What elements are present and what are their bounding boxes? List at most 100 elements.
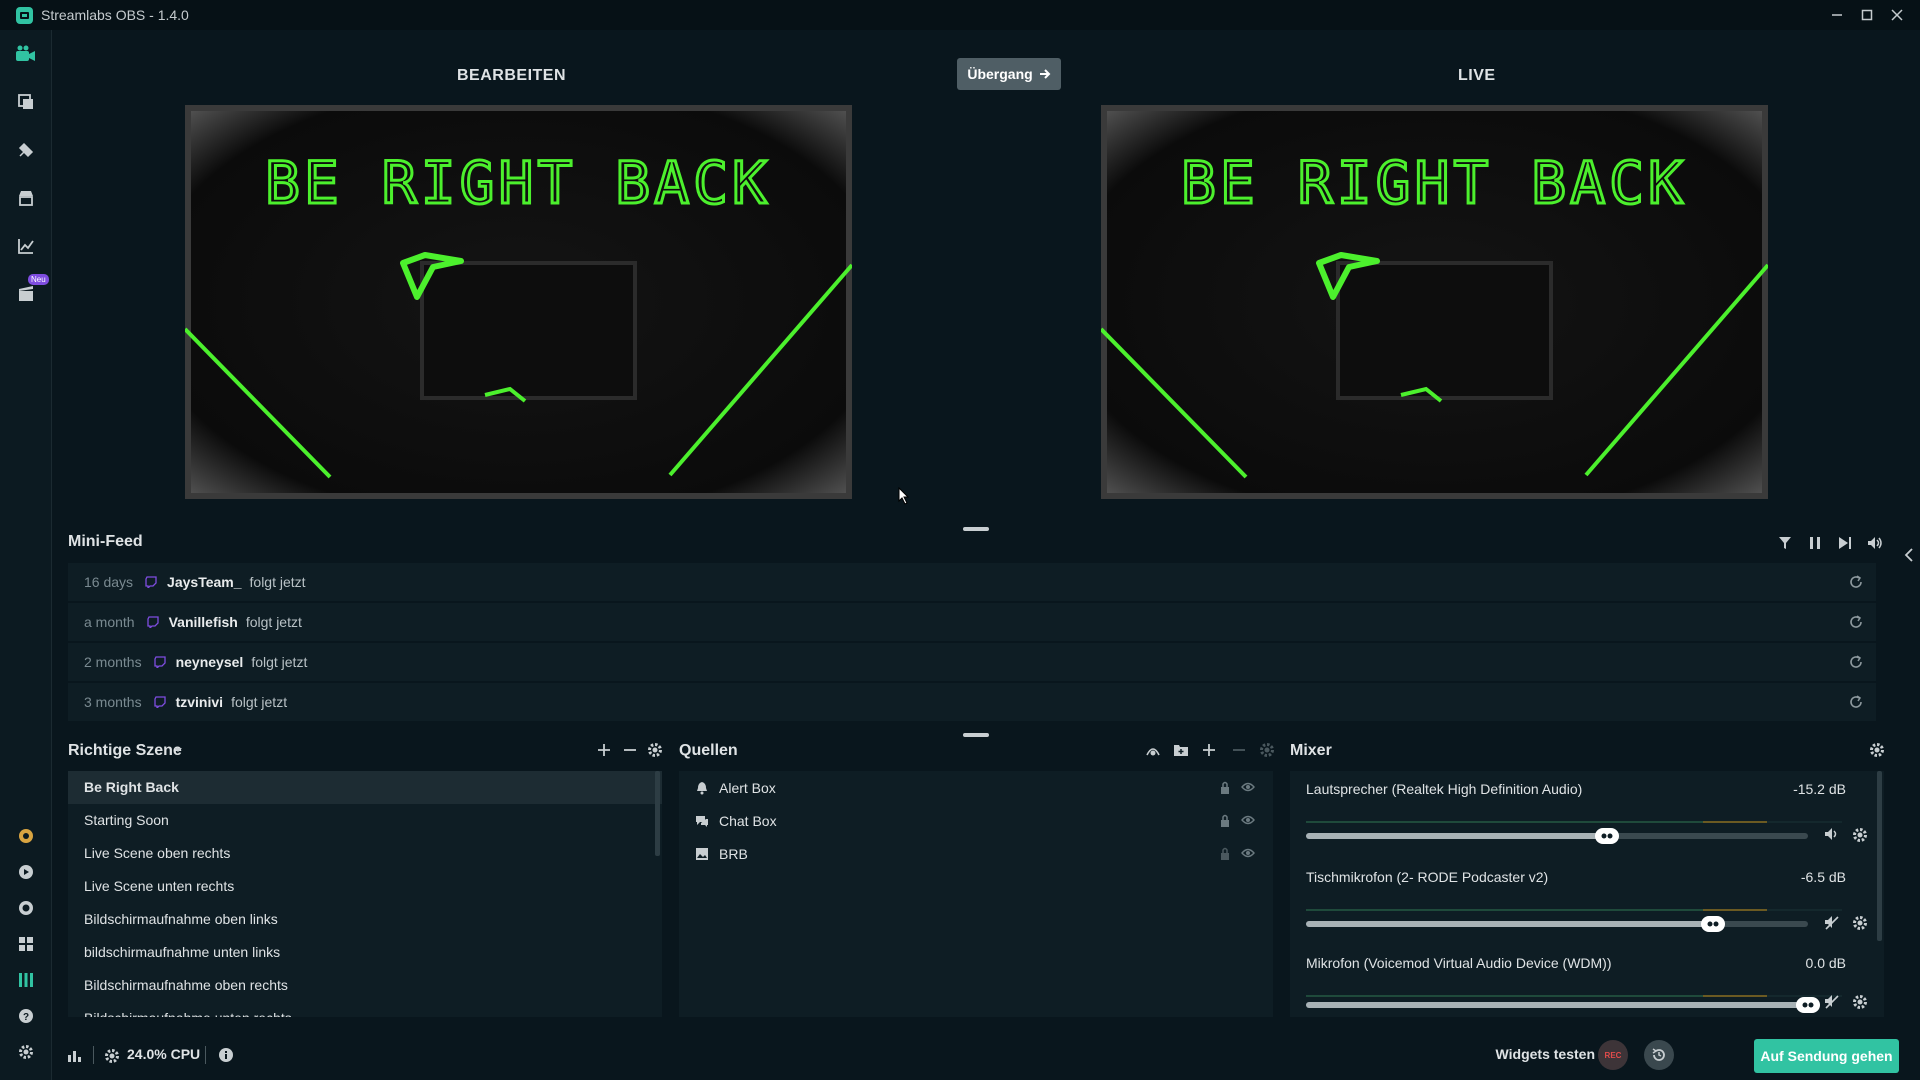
live-preview: BE RIGHT BACK [1101, 105, 1768, 499]
scene-item[interactable]: Bildschirmaufnahme oben rechts [68, 969, 662, 1002]
chevron-left-icon[interactable] [1904, 548, 1914, 562]
volume-slider-knob[interactable] [1796, 997, 1820, 1013]
scene-item[interactable]: Bildschirmaufnahme oben links [68, 903, 662, 936]
selective-recording-icon[interactable] [1143, 740, 1163, 760]
widgets-test-button[interactable]: Widgets testen [1496, 1046, 1595, 1062]
add-folder-icon[interactable] [1171, 740, 1191, 760]
channel-settings-gear-icon[interactable] [1852, 915, 1868, 931]
repeat-alert-icon[interactable] [1848, 614, 1864, 630]
brb-live-text: BE RIGHT BACK [1181, 149, 1687, 217]
channel-settings-gear-icon[interactable] [1852, 827, 1868, 843]
scene-collection-dropdown-icon[interactable] [168, 740, 188, 760]
volume-slider-fill [1306, 833, 1607, 839]
visibility-eye-icon[interactable] [1241, 815, 1255, 825]
volume-slider[interactable] [1306, 828, 1808, 844]
remove-scene-icon[interactable] [620, 740, 640, 760]
add-scene-icon[interactable] [594, 740, 614, 760]
app-store-icon[interactable] [14, 138, 38, 162]
analytics-icon[interactable] [14, 234, 38, 258]
prime-icon[interactable] [14, 824, 38, 848]
scene-item[interactable]: Be Right Back [68, 771, 662, 804]
edit-preview[interactable]: BE RIGHT BACK [185, 105, 852, 499]
layout-icon[interactable] [14, 932, 38, 956]
feed-action: folgt jetzt [251, 654, 308, 670]
scene-item[interactable]: Live Scene oben rechts [68, 837, 662, 870]
lock-icon[interactable] [1219, 814, 1231, 828]
close-button[interactable] [1882, 0, 1912, 30]
channel-settings-gear-icon[interactable] [1852, 994, 1868, 1010]
minifeed-item: 3 months tzvinivi folgt jetzt [68, 683, 1876, 721]
speaker-icon[interactable] [1824, 827, 1840, 843]
performance-chart-icon[interactable] [67, 1048, 83, 1062]
remove-source-icon[interactable] [1229, 740, 1249, 760]
transition-label: Übergang [967, 66, 1033, 82]
lock-icon[interactable] [1219, 847, 1231, 861]
feed-username[interactable]: tzvinivi [176, 694, 223, 710]
scene-item[interactable]: Live Scene unten rechts [68, 870, 662, 903]
store-icon[interactable] [14, 186, 38, 210]
feed-username[interactable]: JaysTeam_ [167, 574, 241, 590]
speaker-muted-icon[interactable] [1824, 994, 1840, 1010]
lock-icon[interactable] [1219, 781, 1231, 795]
go-live-button[interactable]: Auf Sendung gehen [1754, 1039, 1899, 1073]
minimize-button[interactable] [1822, 0, 1852, 30]
channel-db: -6.5 dB [1800, 869, 1846, 885]
title-bar: Streamlabs OBS - 1.4.0 [0, 0, 1920, 30]
settings-gear-icon[interactable] [14, 1040, 38, 1064]
editor-camera-icon[interactable] [14, 42, 38, 66]
add-source-icon[interactable] [1199, 740, 1219, 760]
channel-name: Mikrofon (Voicemod Virtual Audio Device … [1306, 955, 1612, 971]
resize-handle-bottom[interactable] [963, 733, 989, 737]
visibility-eye-icon[interactable] [1241, 782, 1255, 792]
scenes-scrollbar[interactable] [655, 771, 660, 856]
skip-icon[interactable] [1835, 533, 1855, 553]
go-live-label: Auf Sendung gehen [1760, 1048, 1893, 1064]
feed-username[interactable]: Vanillefish [169, 614, 238, 630]
mixer-settings-gear-icon[interactable] [1867, 740, 1887, 760]
info-icon[interactable] [218, 1047, 234, 1063]
volume-slider[interactable] [1306, 997, 1820, 1013]
maximize-button[interactable] [1852, 0, 1882, 30]
source-item[interactable]: BRB [679, 837, 1273, 870]
resize-handle-top[interactable] [963, 527, 989, 531]
volume-slider-fill [1306, 1002, 1808, 1008]
arrow-right-icon [1039, 69, 1051, 79]
twitch-icon [153, 696, 166, 708]
edit-label: BEARBEITEN [457, 67, 567, 84]
visibility-eye-icon[interactable] [1241, 848, 1255, 858]
repeat-alert-icon[interactable] [1848, 574, 1864, 590]
studio-mode-icon[interactable] [14, 968, 38, 992]
source-label: BRB [719, 845, 748, 862]
cloudbot-icon[interactable] [14, 896, 38, 920]
scene-item[interactable]: Bildschirmaufnahme unten rechts [68, 1002, 662, 1017]
source-item[interactable]: Chat Box [679, 804, 1273, 837]
source-item[interactable]: Alert Box [679, 771, 1273, 804]
scene-item[interactable]: Starting Soon [68, 804, 662, 837]
transition-button[interactable]: Übergang [957, 58, 1061, 90]
speaker-muted-icon[interactable] [1824, 915, 1840, 931]
volume-slider-knob[interactable] [1595, 828, 1619, 844]
scene-settings-gear-icon[interactable] [645, 740, 665, 760]
filter-icon[interactable] [1775, 533, 1795, 553]
source-settings-gear-icon[interactable] [1257, 740, 1277, 760]
scene-item[interactable]: bildschirmaufnahme unten links [68, 936, 662, 969]
replay-buffer-button[interactable] [1644, 1040, 1674, 1070]
dashboard-icon[interactable] [14, 860, 38, 884]
highlighter-icon[interactable] [14, 282, 38, 306]
volume-meter [1306, 821, 1842, 823]
pause-icon[interactable] [1805, 533, 1825, 553]
mixer-scrollbar[interactable] [1877, 771, 1882, 941]
feed-time: 2 months [84, 654, 142, 670]
help-icon[interactable]: ? [14, 1004, 38, 1028]
repeat-alert-icon[interactable] [1848, 694, 1864, 710]
themes-icon[interactable] [14, 90, 38, 114]
volume-slider[interactable] [1306, 916, 1808, 932]
volume-icon[interactable] [1865, 533, 1885, 553]
record-button[interactable]: REC [1598, 1040, 1628, 1070]
feed-username[interactable]: neyneysel [176, 654, 244, 670]
volume-slider-knob[interactable] [1701, 916, 1725, 932]
twitch-icon [153, 656, 166, 668]
scenes-title[interactable]: Richtige Szene [68, 742, 182, 760]
repeat-alert-icon[interactable] [1848, 654, 1864, 670]
channel-name: Lautsprecher (Realtek High Definition Au… [1306, 781, 1583, 797]
